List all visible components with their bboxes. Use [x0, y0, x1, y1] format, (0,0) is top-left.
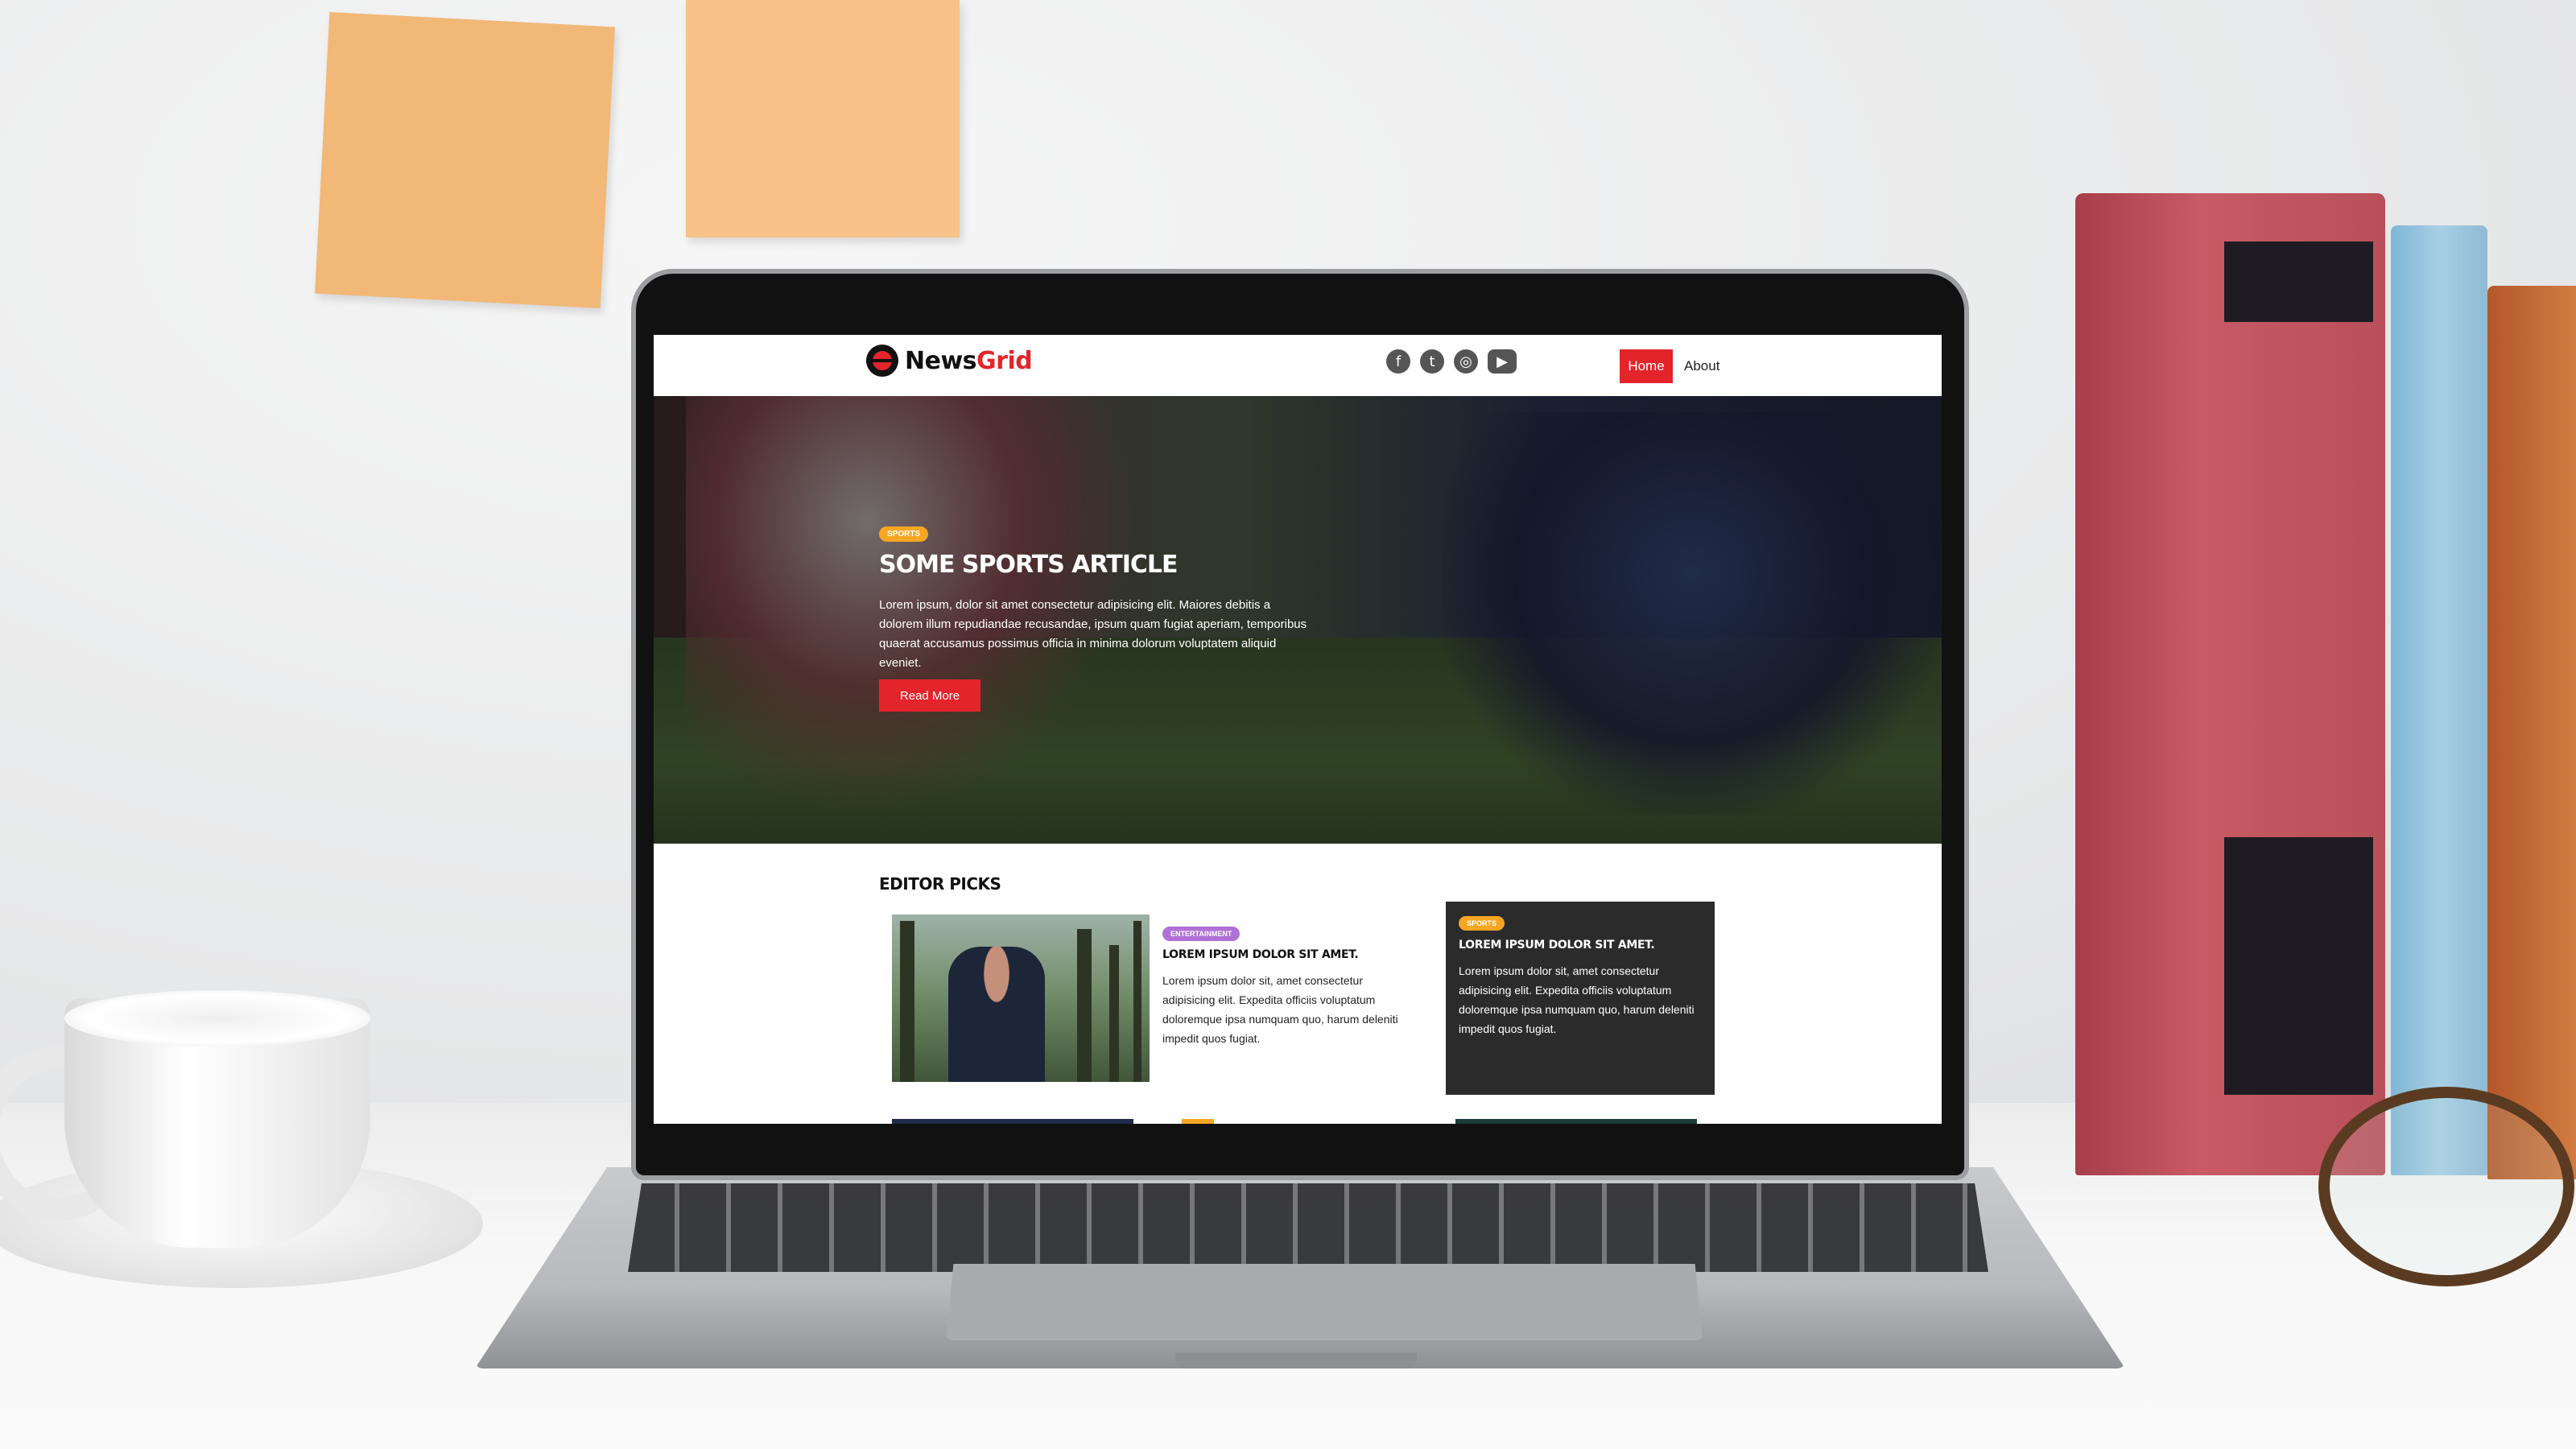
logo-grid: Grid: [976, 346, 1033, 375]
social-links: f t ◎ ▶: [1386, 349, 1517, 374]
logo-text: NewsGrid: [905, 346, 1033, 375]
sticky-note: [686, 0, 960, 237]
navbar: NewsGrid f t ◎ ▶ Home About: [654, 335, 1942, 397]
instagram-icon[interactable]: ◎: [1454, 349, 1478, 374]
vr-person-image: [948, 947, 1045, 1082]
book: [2075, 193, 2385, 1175]
sticky-note: [315, 11, 615, 309]
read-more-button[interactable]: Read More: [879, 679, 980, 712]
article-excerpt: Lorem ipsum dolor sit, amet consectetur …: [1162, 974, 1398, 1045]
nav-home-link[interactable]: Home: [1620, 349, 1673, 383]
article-thumbnail[interactable]: [892, 914, 1150, 1082]
twitter-icon[interactable]: t: [1420, 349, 1444, 374]
editor-picks-heading: Editor Picks: [879, 874, 1001, 894]
next-article-thumbnail: [892, 1119, 1133, 1124]
youtube-icon[interactable]: ▶: [1488, 349, 1517, 374]
next-article-badge: [1182, 1119, 1214, 1124]
laptop-front-notch: [1175, 1352, 1417, 1368]
article-excerpt: Lorem ipsum dolor sit, amet consectetur …: [1459, 964, 1695, 1035]
cup-rim: [64, 990, 370, 1046]
sports-badge[interactable]: SPORTS: [1459, 916, 1505, 931]
article-card-dark[interactable]: SPORTS Lorem ipsum dolor sit amet. Lorem…: [1446, 902, 1715, 1095]
next-article-thumbnail: [1455, 1119, 1697, 1124]
nav-about-link[interactable]: About: [1684, 349, 1719, 383]
book: [2487, 286, 2576, 1179]
hero-banner: SPORTS Some Sports Article Lorem ipsum, …: [654, 396, 1942, 844]
article-title[interactable]: Lorem ipsum dolor sit amet.: [1459, 939, 1655, 952]
article-title[interactable]: Lorem ipsum dolor sit amet.: [1162, 948, 1359, 961]
laptop-screen: NewsGrid f t ◎ ▶ Home About SPORTS Some …: [654, 335, 1942, 1124]
entertainment-badge[interactable]: ENTERTAINMENT: [1162, 927, 1241, 941]
site-logo[interactable]: NewsGrid: [866, 345, 1033, 377]
hero-text: Lorem ipsum, dolor sit amet consectetur …: [879, 598, 1307, 670]
laptop-keyboard: [628, 1183, 1988, 1272]
hero-category-badge[interactable]: SPORTS: [879, 526, 929, 542]
globe-logo-icon: [866, 345, 898, 377]
logo-news: News: [905, 346, 977, 375]
eyeglasses: [2318, 1087, 2574, 1286]
hero-title: Some Sports Article: [879, 551, 1178, 579]
book: [2391, 225, 2487, 1175]
facebook-icon[interactable]: f: [1386, 349, 1410, 374]
laptop-trackpad: [946, 1264, 1703, 1340]
